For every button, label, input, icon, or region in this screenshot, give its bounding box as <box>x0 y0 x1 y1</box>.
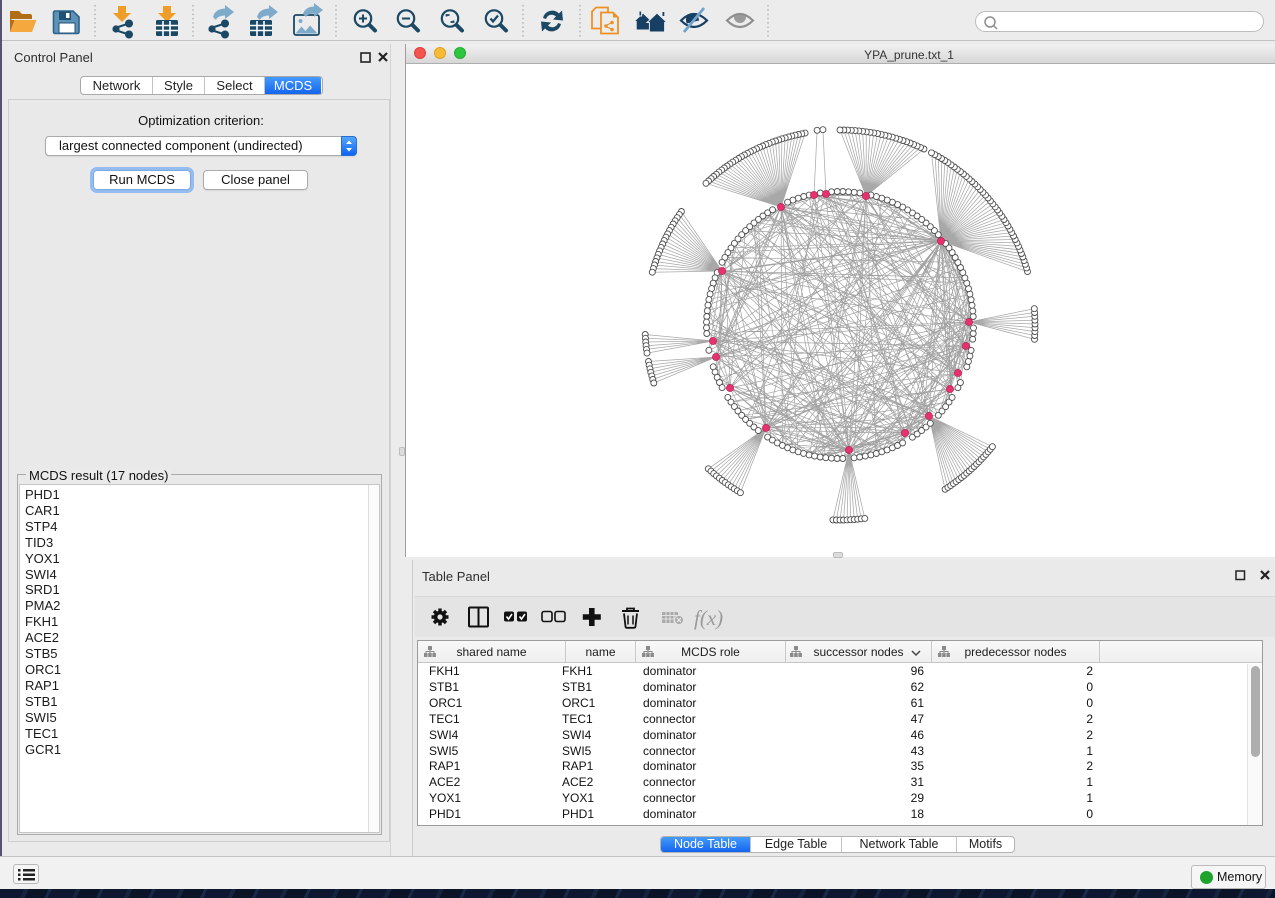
svg-text:f(x): f(x) <box>694 606 723 630</box>
